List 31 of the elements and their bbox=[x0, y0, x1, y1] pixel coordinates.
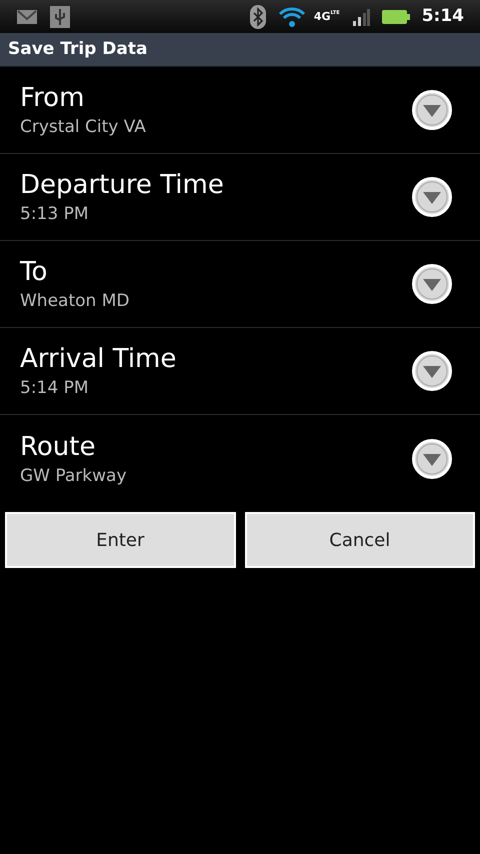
signal-icon bbox=[352, 8, 370, 26]
spinner-row[interactable]: To Wheaton MD bbox=[0, 241, 480, 328]
dialog-button[interactable]: Cancel bbox=[244, 512, 475, 568]
network-type: 4G bbox=[314, 11, 331, 22]
mail-icon bbox=[16, 8, 38, 24]
field-value: Crystal City VA bbox=[20, 116, 147, 139]
spinner-row[interactable]: Departure Time 5:13 PM bbox=[0, 154, 480, 241]
spinner-row[interactable]: From Crystal City VA bbox=[0, 67, 480, 154]
field-value: 5:14 PM bbox=[20, 377, 90, 400]
wifi-icon bbox=[278, 6, 306, 28]
bluetooth-icon bbox=[250, 4, 266, 28]
field-label: From bbox=[20, 82, 86, 115]
dropdown-icon[interactable] bbox=[412, 351, 452, 391]
dropdown-icon[interactable] bbox=[412, 264, 452, 304]
battery-icon bbox=[382, 8, 410, 24]
dropdown-icon[interactable] bbox=[412, 177, 452, 217]
usb-icon bbox=[50, 6, 70, 28]
dialog-button[interactable]: Enter bbox=[5, 512, 236, 568]
spinner-row[interactable]: Arrival Time 5:14 PM bbox=[0, 328, 480, 415]
dropdown-icon[interactable] bbox=[412, 90, 452, 130]
field-label: Departure Time bbox=[20, 169, 225, 202]
field-value: Wheaton MD bbox=[20, 290, 130, 313]
dropdown-icon[interactable] bbox=[412, 438, 452, 478]
clock: 5:14 bbox=[422, 4, 464, 28]
spinner-row[interactable]: Route GW Parkway bbox=[0, 415, 480, 502]
window-title: Save Trip Data bbox=[8, 38, 148, 61]
field-label: Route bbox=[20, 430, 96, 464]
field-value: GW Parkway bbox=[20, 464, 128, 488]
field-label: To bbox=[20, 256, 48, 289]
field-value: 5:13 PM bbox=[20, 203, 90, 226]
field-label: Arrival Time bbox=[20, 343, 178, 376]
